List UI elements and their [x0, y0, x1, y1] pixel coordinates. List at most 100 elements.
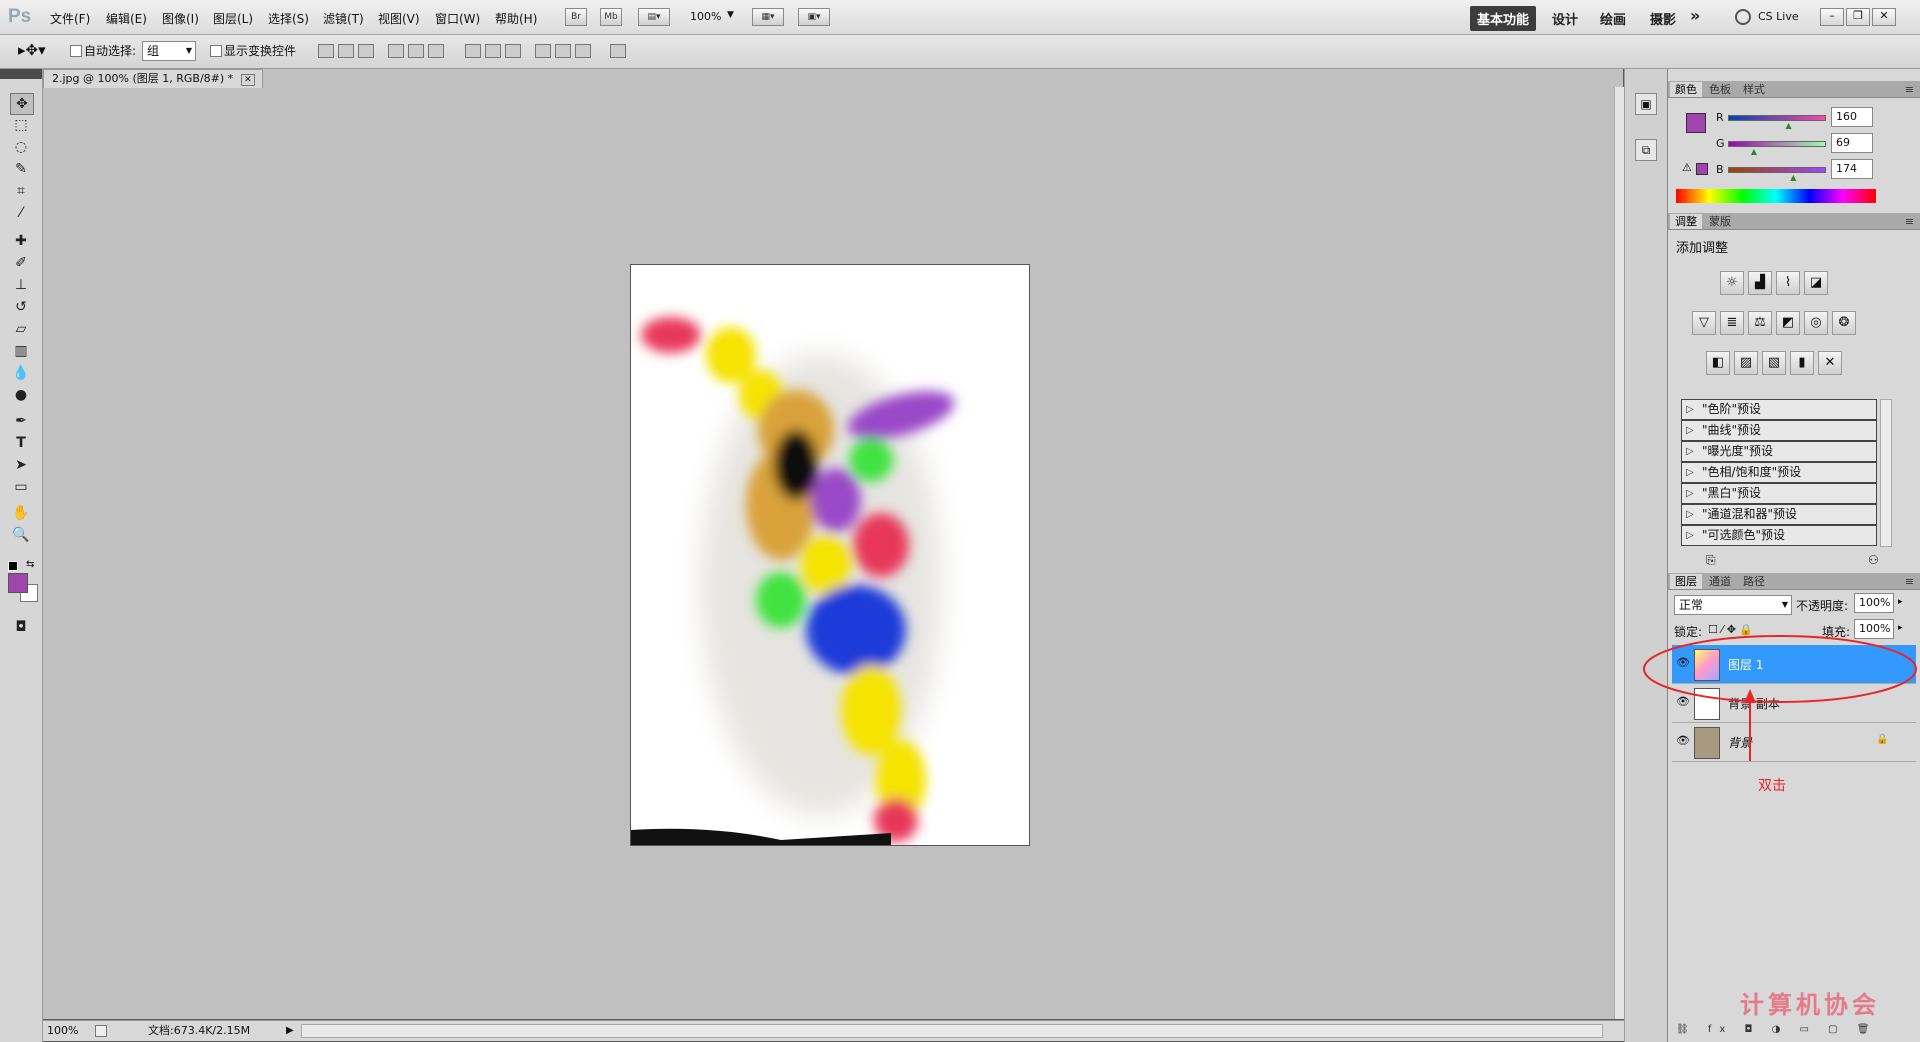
preset-curves[interactable]: "曲线"预设 — [1681, 420, 1877, 441]
preset-black-white[interactable]: "黑白"预设 — [1681, 483, 1877, 504]
tab-masks[interactable]: 蒙版 — [1704, 214, 1736, 229]
zoom-tool-icon[interactable]: 🔍 — [10, 525, 32, 545]
screen-mode-button[interactable]: ▣▾ — [798, 8, 830, 26]
workspace-design[interactable]: 设计 — [1552, 9, 1578, 28]
minimize-button[interactable]: – — [1820, 8, 1844, 26]
color-balance-icon[interactable]: ⚖ — [1748, 311, 1772, 335]
foreground-color-swatch[interactable] — [8, 573, 28, 593]
panel-menu-icon[interactable]: ≡ — [1900, 214, 1919, 229]
show-transform-checkbox[interactable] — [210, 45, 222, 57]
workspace-essentials[interactable]: 基本功能 — [1470, 6, 1537, 31]
triangle-icon[interactable]: ▲ — [1785, 121, 1791, 130]
green-slider[interactable]: ▲ — [1728, 141, 1826, 156]
green-value-field[interactable]: 69 — [1831, 133, 1873, 153]
menu-select[interactable]: 选择(S) — [268, 10, 309, 27]
clone-stamp-tool-icon[interactable]: ⊥ — [10, 275, 32, 295]
hue-saturation-icon[interactable]: ≣ — [1720, 311, 1744, 335]
cs-live-menu[interactable]: CS Live — [1758, 10, 1799, 23]
dodge-tool-icon[interactable]: ● — [10, 385, 32, 405]
blue-value-field[interactable]: 174 — [1831, 159, 1873, 179]
brush-tool-icon[interactable]: ✐ — [10, 253, 32, 273]
posterize-icon[interactable]: ▨ — [1734, 351, 1758, 375]
invert-icon[interactable]: ◧ — [1706, 351, 1730, 375]
curves-icon[interactable]: ⌇ — [1776, 271, 1800, 295]
align-bottom-icon[interactable] — [358, 44, 374, 58]
status-icon[interactable] — [95, 1025, 107, 1037]
blue-slider[interactable]: ▲ — [1728, 167, 1826, 182]
preset-channel-mixer[interactable]: "通道混和器"预设 — [1681, 504, 1877, 525]
pen-tool-icon[interactable]: ✒ — [10, 411, 32, 431]
color-spectrum-ramp[interactable] — [1676, 189, 1876, 203]
blur-tool-icon[interactable]: 💧 — [10, 363, 32, 383]
tab-adjustments[interactable]: 调整 — [1670, 214, 1702, 229]
history-brush-tool-icon[interactable]: ↺ — [10, 297, 32, 317]
zoom-level-select[interactable]: 100% — [690, 10, 721, 23]
bridge-button[interactable]: Br — [565, 8, 587, 26]
distribute-bottom-icon[interactable] — [505, 44, 521, 58]
chevron-down-icon[interactable]: ▼ — [727, 10, 734, 20]
blend-mode-select[interactable]: 正常 ▼ — [1674, 595, 1792, 615]
menu-layer[interactable]: 图层(L) — [213, 10, 253, 27]
restore-button[interactable]: ❐ — [1846, 8, 1870, 26]
exposure-icon[interactable]: ◪ — [1804, 271, 1828, 295]
default-colors-icon[interactable] — [8, 561, 18, 571]
black-white-icon[interactable]: ◩ — [1776, 311, 1800, 335]
presets-scrollbar[interactable] — [1880, 399, 1892, 547]
return-to-list-icon[interactable]: ⎘ — [1706, 553, 1716, 568]
close-icon[interactable]: ✕ — [241, 74, 255, 86]
crop-tool-icon[interactable]: ⌗ — [10, 181, 32, 201]
panel-menu-icon[interactable]: ≡ — [1900, 82, 1919, 97]
auto-select-checkbox[interactable] — [70, 45, 82, 57]
marquee-tool-icon[interactable]: ⬚ — [10, 115, 32, 135]
path-selection-tool-icon[interactable]: ➤ — [10, 455, 32, 475]
align-right-icon[interactable] — [428, 44, 444, 58]
tab-channels[interactable]: 通道 — [1704, 574, 1736, 589]
threshold-icon[interactable]: ▧ — [1762, 351, 1786, 375]
move-tool-preset-icon[interactable]: ▸✥▾ — [18, 41, 46, 59]
opacity-field[interactable]: 100% — [1854, 593, 1894, 613]
menu-file[interactable]: 文件(F) — [50, 10, 90, 27]
menu-help[interactable]: 帮助(H) — [495, 10, 537, 27]
tab-swatches[interactable]: 色板 — [1704, 82, 1736, 97]
clip-to-layer-icon[interactable]: ⚇ — [1868, 553, 1879, 567]
mini-bridge-panel-icon[interactable]: ▣ — [1635, 93, 1657, 115]
swap-colors-icon[interactable]: ⇆ — [26, 559, 34, 570]
auto-align-layers-icon[interactable] — [610, 44, 626, 58]
distribute-right-icon[interactable] — [575, 44, 591, 58]
eraser-tool-icon[interactable]: ▱ — [10, 319, 32, 339]
menu-filter[interactable]: 滤镜(T) — [323, 10, 364, 27]
workspace-photography[interactable]: 摄影 — [1650, 9, 1676, 28]
distribute-hcenter-icon[interactable] — [555, 44, 571, 58]
hand-tool-icon[interactable]: ✋ — [10, 503, 32, 523]
tab-styles[interactable]: 样式 — [1738, 82, 1770, 97]
preset-exposure[interactable]: "曝光度"预设 — [1681, 441, 1877, 462]
tab-layers[interactable]: 图层 — [1670, 574, 1702, 589]
healing-brush-tool-icon[interactable]: ✚ — [10, 231, 32, 251]
preset-hue-saturation[interactable]: "色相/饱和度"预设 — [1681, 462, 1877, 483]
selective-color-icon[interactable]: ✕ — [1818, 351, 1842, 375]
close-button[interactable]: ✕ — [1872, 8, 1896, 26]
more-workspaces-button[interactable]: » — [1690, 6, 1700, 25]
triangle-icon[interactable]: ▲ — [1751, 147, 1757, 156]
history-panel-icon[interactable]: ⧉ — [1635, 139, 1657, 161]
tab-color[interactable]: 颜色 — [1670, 82, 1702, 97]
align-hcenter-icon[interactable] — [408, 44, 424, 58]
gamut-swatch[interactable] — [1696, 163, 1708, 175]
triangle-icon[interactable]: ▲ — [1790, 173, 1796, 182]
panel-menu-icon[interactable]: ≡ — [1900, 574, 1919, 589]
mini-bridge-button[interactable]: Mb — [600, 8, 622, 26]
preset-selective-color[interactable]: "可选颜色"预设 — [1681, 525, 1877, 546]
status-zoom-field[interactable]: 100% — [47, 1021, 78, 1041]
arrange-documents-button[interactable]: ▦▾ — [752, 8, 784, 26]
levels-icon[interactable]: ▟ — [1748, 271, 1772, 295]
lasso-tool-icon[interactable]: ◌ — [10, 137, 32, 157]
move-tool-icon[interactable]: ✥ — [10, 93, 34, 115]
gradient-map-icon[interactable]: ▮ — [1790, 351, 1814, 375]
image-canvas[interactable] — [630, 264, 1030, 846]
menu-edit[interactable]: 编辑(E) — [106, 10, 147, 27]
red-slider[interactable]: ▲ — [1728, 115, 1826, 130]
auto-select-target-select[interactable]: 组 ▼ — [142, 41, 196, 61]
photo-filter-icon[interactable]: ◎ — [1804, 311, 1828, 335]
red-value-field[interactable]: 160 — [1831, 107, 1873, 127]
distribute-left-icon[interactable] — [535, 44, 551, 58]
